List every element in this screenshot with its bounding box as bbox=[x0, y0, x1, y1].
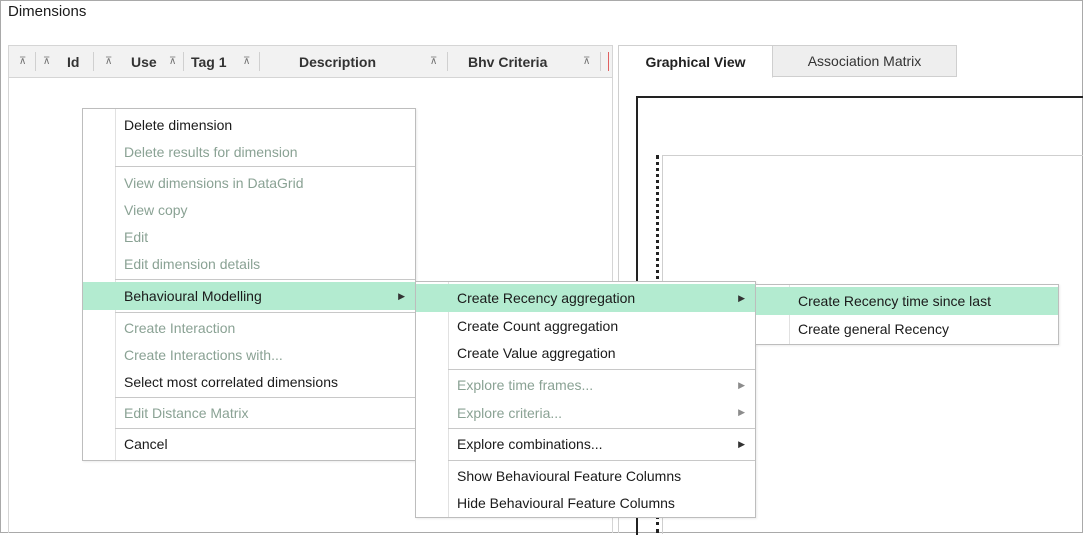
submenu-arrow-icon: ▶ bbox=[738, 379, 745, 390]
menu-separator bbox=[448, 369, 755, 370]
submenu-arrow-icon: ▶ bbox=[398, 290, 405, 301]
menu-separator bbox=[448, 428, 755, 429]
menu-separator bbox=[115, 279, 415, 280]
menu-item-behavioural-modelling[interactable]: Behavioural Modelling ▶ bbox=[83, 282, 415, 310]
column-separator[interactable] bbox=[259, 52, 260, 71]
menu-item-label: Show Behavioural Feature Columns bbox=[457, 467, 682, 484]
menu-item-explore-time-frames[interactable]: Explore time frames... ▶ bbox=[416, 371, 755, 399]
menu-item-view-in-datagrid[interactable]: View dimensions in DataGrid bbox=[83, 169, 415, 196]
column-header-id[interactable]: Id bbox=[67, 46, 79, 77]
menu-item-label: Create general Recency bbox=[798, 320, 949, 337]
pin-icon[interactable]: ⊼ bbox=[583, 46, 590, 77]
menu-item-create-recency-time-since-last[interactable]: Create Recency time since last bbox=[756, 287, 1058, 315]
column-header-description[interactable]: Description bbox=[299, 46, 376, 77]
tab-association-matrix[interactable]: Association Matrix bbox=[772, 45, 957, 77]
menu-item-label: Delete dimension bbox=[124, 116, 233, 133]
menu-item-label: Create Interaction bbox=[124, 319, 236, 336]
menu-item-view-copy[interactable]: View copy bbox=[83, 196, 415, 223]
menu-item-label: Select most correlated dimensions bbox=[124, 373, 338, 390]
menu-item-label: Create Count aggregation bbox=[457, 317, 619, 334]
menu-item-delete-dimension[interactable]: Delete dimension bbox=[83, 111, 415, 138]
menu-item-label: Edit bbox=[124, 228, 149, 245]
menu-item-edit-dimension-details[interactable]: Edit dimension details bbox=[83, 250, 415, 277]
menu-item-create-interaction[interactable]: Create Interaction bbox=[83, 314, 415, 341]
menu-item-create-recency-aggregation[interactable]: Create Recency aggregation ▶ bbox=[416, 284, 755, 312]
recency-submenu: Create Recency time since last Create ge… bbox=[755, 284, 1059, 345]
menu-item-edit[interactable]: Edit bbox=[83, 223, 415, 250]
menu-item-explore-criteria[interactable]: Explore criteria... ▶ bbox=[416, 399, 755, 426]
grid-header: ⊼ ⊼ Id ⊼ Use ⊼ Tag 1 ⊼ Description ⊼ Bhv… bbox=[9, 45, 612, 78]
menu-item-label: Create Recency time since last bbox=[798, 293, 991, 309]
menu-item-show-behavioural-columns[interactable]: Show Behavioural Feature Columns bbox=[416, 462, 755, 489]
menu-item-label: Explore time frames... bbox=[457, 377, 594, 393]
column-separator[interactable] bbox=[93, 52, 94, 71]
menu-item-label: Behavioural Modelling bbox=[124, 288, 262, 304]
menu-item-label: Create Value aggregation bbox=[457, 345, 616, 361]
tab-graphical-view[interactable]: Graphical View bbox=[618, 45, 773, 78]
menu-separator bbox=[115, 397, 415, 398]
submenu-arrow-icon: ▶ bbox=[738, 407, 745, 417]
menu-item-delete-results[interactable]: Delete results for dimension bbox=[83, 138, 415, 165]
column-header-bhv-criteria[interactable]: Bhv Criteria bbox=[468, 46, 547, 77]
menu-item-label: Create Recency aggregation bbox=[457, 290, 636, 306]
menu-separator bbox=[115, 428, 415, 429]
menu-item-hide-behavioural-columns[interactable]: Hide Behavioural Feature Columns bbox=[416, 489, 755, 516]
pin-icon[interactable]: ⊼ bbox=[43, 46, 50, 77]
pin-icon[interactable]: ⊼ bbox=[243, 46, 250, 77]
menu-item-select-most-correlated[interactable]: Select most correlated dimensions bbox=[83, 368, 415, 395]
menu-item-label: Create Interactions with... bbox=[124, 346, 283, 363]
menu-item-edit-distance-matrix[interactable]: Edit Distance Matrix bbox=[83, 399, 415, 427]
menu-item-label: Explore criteria... bbox=[457, 404, 563, 421]
pin-icon[interactable]: ⊼ bbox=[169, 46, 176, 77]
column-separator[interactable] bbox=[447, 52, 448, 71]
menu-item-explore-combinations[interactable]: Explore combinations... ▶ bbox=[416, 430, 755, 458]
pin-icon[interactable]: ⊼ bbox=[105, 46, 112, 77]
menu-item-create-interactions-with[interactable]: Create Interactions with... bbox=[83, 341, 415, 368]
menu-item-create-value-aggregation[interactable]: Create Value aggregation bbox=[416, 339, 755, 367]
column-header-tag1[interactable]: Tag 1 bbox=[191, 46, 227, 77]
panel-title: Dimensions bbox=[8, 3, 87, 20]
menu-item-label: Cancel bbox=[124, 436, 168, 452]
menu-item-cancel[interactable]: Cancel bbox=[83, 430, 415, 458]
submenu-arrow-icon: ▶ bbox=[738, 438, 745, 449]
pin-icon[interactable]: ⊼ bbox=[430, 46, 437, 77]
menu-item-create-count-aggregation[interactable]: Create Count aggregation bbox=[416, 312, 755, 339]
menu-item-create-general-recency[interactable]: Create general Recency bbox=[756, 315, 1058, 342]
submenu-arrow-icon: ▶ bbox=[738, 292, 745, 303]
column-separator[interactable] bbox=[600, 52, 601, 71]
menu-separator bbox=[115, 166, 415, 167]
menu-item-label: Explore combinations... bbox=[457, 436, 603, 452]
pin-icon[interactable]: ⊼ bbox=[19, 46, 26, 77]
menu-separator bbox=[448, 460, 755, 461]
column-separator[interactable] bbox=[35, 52, 36, 71]
menu-separator bbox=[115, 312, 415, 313]
behavioural-submenu: Create Recency aggregation ▶ Create Coun… bbox=[415, 281, 756, 518]
view-tabs: Graphical View Association Matrix bbox=[618, 45, 1083, 78]
column-separator[interactable] bbox=[608, 52, 609, 71]
menu-item-label: Hide Behavioural Feature Columns bbox=[457, 494, 675, 511]
column-header-use[interactable]: Use bbox=[131, 46, 157, 77]
menu-item-label: Edit dimension details bbox=[124, 255, 261, 272]
menu-item-label: Delete results for dimension bbox=[124, 143, 298, 160]
context-menu: Delete dimension Delete results for dime… bbox=[82, 108, 416, 461]
menu-item-label: View dimensions in DataGrid bbox=[124, 174, 304, 191]
menu-item-label: View copy bbox=[124, 201, 188, 218]
menu-item-label: Edit Distance Matrix bbox=[124, 405, 249, 421]
column-separator[interactable] bbox=[183, 52, 184, 71]
